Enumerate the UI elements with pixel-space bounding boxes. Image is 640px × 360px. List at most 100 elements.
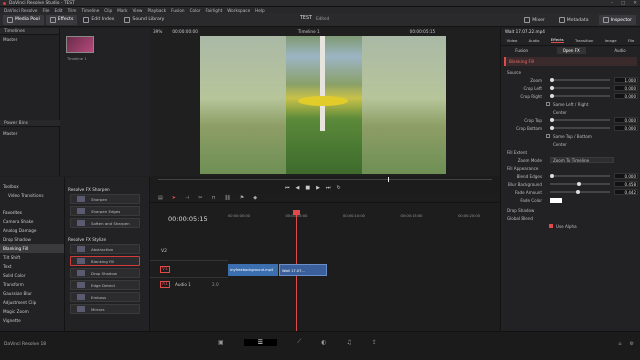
param-slider[interactable] xyxy=(550,181,610,186)
fusion-page-icon[interactable]: ⟋ xyxy=(297,338,301,346)
fade-color-swatch[interactable] xyxy=(550,197,562,203)
param-slider[interactable] xyxy=(550,85,610,90)
drop-shadow-section[interactable]: Drop Shadow xyxy=(501,206,640,214)
media-page-icon[interactable]: ▣ xyxy=(218,339,224,346)
favorite-item[interactable]: Magic Zoom xyxy=(0,307,64,316)
menu-item[interactable]: Timeline xyxy=(81,8,99,13)
timeline-clip[interactable]: myfreebackground.mp4 xyxy=(228,264,278,276)
menu-item[interactable]: Mark xyxy=(117,8,127,13)
menu-item[interactable]: Clip xyxy=(104,8,112,13)
metadata-button[interactable]: Metadata xyxy=(555,15,593,25)
fairlight-page-icon[interactable]: ♫ xyxy=(347,339,352,346)
param-value[interactable]: 1.000 xyxy=(614,77,638,83)
param-slider[interactable] xyxy=(550,189,610,194)
same-left-right-checkbox[interactable]: Same Left / Right xyxy=(501,100,640,108)
fill-extent-section[interactable]: Fill Extent xyxy=(501,148,640,156)
favorite-item[interactable]: Blanking Fill xyxy=(0,244,64,253)
skip-start-icon[interactable]: ⏮ xyxy=(285,185,290,191)
trim-tool-icon[interactable]: ⊣ xyxy=(185,195,189,201)
param-value[interactable]: 0.442 xyxy=(614,189,638,195)
favorite-item[interactable]: Text xyxy=(0,262,64,271)
toolbox-item[interactable]: Toolbox xyxy=(0,182,64,191)
media-pool-button[interactable]: Media Pool xyxy=(3,14,44,25)
snapping-icon[interactable]: ⊓ xyxy=(212,195,216,201)
tab-file[interactable]: File xyxy=(628,38,634,43)
playhead-handle[interactable] xyxy=(293,210,300,215)
param-value[interactable]: 0.000 xyxy=(614,125,638,131)
param-blend-edges[interactable]: Blend Edges 0.000 xyxy=(501,172,640,180)
scrub-playhead[interactable] xyxy=(388,177,389,182)
viewer-timeline-name[interactable]: Timeline 1 xyxy=(298,29,320,34)
effects-button[interactable]: Effects xyxy=(45,14,78,25)
param-blur-background[interactable]: Blur Background 0.458 xyxy=(501,180,640,188)
param-slider[interactable] xyxy=(550,173,610,178)
effect-sharpen[interactable]: Sharpen xyxy=(70,194,140,204)
menu-item[interactable]: Fairlight xyxy=(206,8,223,13)
tab-audio[interactable]: Audio xyxy=(529,38,540,43)
selection-tool-icon[interactable]: ➤ xyxy=(172,195,176,201)
param-slider[interactable] xyxy=(550,117,610,122)
same-top-bottom-checkbox[interactable]: Same Top / Bottom xyxy=(501,132,640,140)
close-icon[interactable]: ✕ xyxy=(633,1,637,6)
home-icon[interactable]: ⌂ xyxy=(618,341,621,347)
favorite-item[interactable]: Drop Shadow xyxy=(0,235,64,244)
settings-icon[interactable]: ⚙ xyxy=(630,341,634,347)
subtab-audio[interactable]: Audio xyxy=(614,48,625,53)
timeline-thumbnail[interactable] xyxy=(66,36,94,53)
source-section-title[interactable]: Source xyxy=(501,68,640,76)
power-master-bin[interactable]: Master xyxy=(0,129,17,138)
menu-item[interactable]: Help xyxy=(255,8,265,13)
param-crop-right[interactable]: Crop Right 0.000 xyxy=(501,92,640,100)
slider-knob[interactable] xyxy=(550,125,554,130)
center-tb-button[interactable]: Center xyxy=(501,140,640,148)
play-reverse-icon[interactable]: ◀ xyxy=(296,185,300,191)
param-fade-amount[interactable]: Fade Amount 0.442 xyxy=(501,188,640,196)
effect-abstraction[interactable]: Abstraction xyxy=(70,244,140,254)
tab-effects[interactable]: Effects xyxy=(550,37,564,43)
subtab-open-fx[interactable]: Open FX xyxy=(556,47,586,54)
slider-knob[interactable] xyxy=(550,173,554,178)
timeline-clip[interactable]: Wait 17.07... xyxy=(279,264,327,276)
menu-item[interactable]: Playback xyxy=(147,8,166,13)
menu-item[interactable]: File xyxy=(42,8,49,13)
track-label[interactable]: A1 xyxy=(160,281,170,288)
checkbox-icon[interactable] xyxy=(546,102,550,106)
menu-item[interactable]: DaVinci Resolve xyxy=(4,8,37,13)
maximize-icon[interactable]: □ xyxy=(621,1,625,6)
slider-knob[interactable] xyxy=(576,189,580,194)
favorite-item[interactable]: Adjustment Clip xyxy=(0,298,64,307)
favorite-item[interactable]: Solid Color xyxy=(0,271,64,280)
subtab-fusion[interactable]: Fusion xyxy=(515,48,528,53)
use-alpha-checkbox[interactable]: Use Alpha xyxy=(501,222,640,230)
edit-page-icon[interactable]: ☰ xyxy=(243,338,278,346)
slider-knob[interactable] xyxy=(550,93,554,98)
blade-tool-icon[interactable]: ✂ xyxy=(198,195,202,201)
toolbar-icon[interactable]: ▤ xyxy=(158,195,163,201)
menu-item[interactable]: Color xyxy=(190,8,201,13)
param-crop-bottom[interactable]: Crop Bottom 0.000 xyxy=(501,124,640,132)
param-crop-left[interactable]: Crop Left 0.000 xyxy=(501,84,640,92)
marker-icon[interactable]: ◆ xyxy=(253,195,257,201)
favorite-item[interactable]: Tilt Shift xyxy=(0,253,64,262)
param-slider[interactable] xyxy=(550,77,610,82)
slider-knob[interactable] xyxy=(550,77,554,82)
loop-icon[interactable]: ↻ xyxy=(336,185,340,191)
effect-header[interactable]: Blanking Fill xyxy=(504,57,637,66)
zoom-mode-dropdown[interactable]: Zoom To Timeline xyxy=(550,157,614,163)
menu-item[interactable]: Trim xyxy=(68,8,77,13)
slider-knob[interactable] xyxy=(550,85,554,90)
play-icon[interactable]: ▶ xyxy=(316,185,320,191)
param-crop-top[interactable]: Crop Top 0.000 xyxy=(501,116,640,124)
effect-blanking-fill[interactable]: Blanking Fill xyxy=(70,256,140,266)
effect-soften-sharpen[interactable]: Soften and Sharpen xyxy=(70,218,140,228)
master-bin[interactable]: Master xyxy=(0,35,59,44)
inspector-button[interactable]: Inspector xyxy=(598,15,636,25)
video-transitions-item[interactable]: Video Transitions xyxy=(0,191,64,200)
param-slider[interactable] xyxy=(550,93,610,98)
menu-item[interactable]: Fusion xyxy=(171,8,184,13)
favorite-item[interactable]: Analog Damage xyxy=(0,226,64,235)
param-zoom[interactable]: Zoom 1.000 xyxy=(501,76,640,84)
tab-video[interactable]: Video xyxy=(507,38,518,43)
slider-knob[interactable] xyxy=(550,117,554,122)
track-label[interactable]: V1 xyxy=(160,266,170,273)
